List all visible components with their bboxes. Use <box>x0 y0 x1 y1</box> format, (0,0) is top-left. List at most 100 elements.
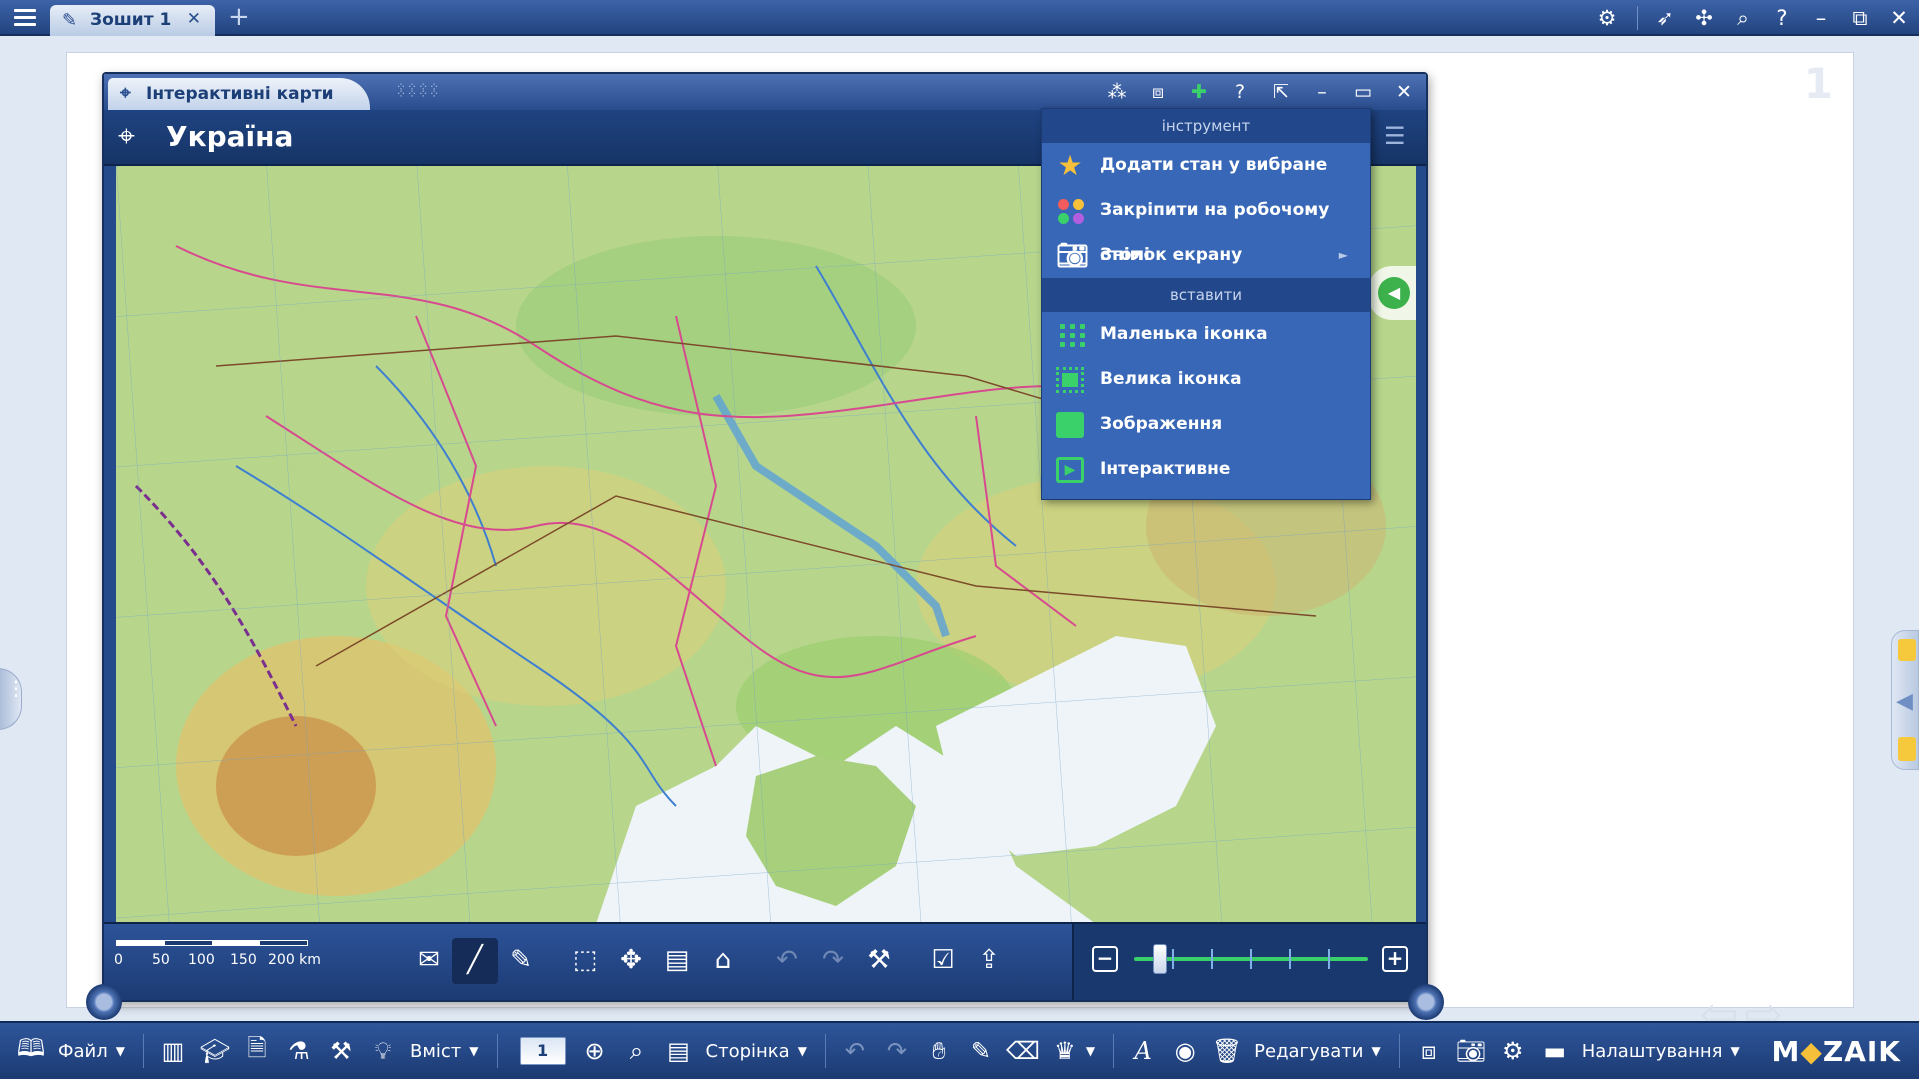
menu-item-label: Маленька іконка <box>1100 324 1268 344</box>
window-tab[interactable]: ⌖ Інтерактивні карти <box>108 78 370 110</box>
file-menu[interactable]: Файл <box>58 1041 108 1062</box>
chevron-down-icon[interactable]: ▼ <box>469 1044 478 1058</box>
share-icon[interactable]: ⁂ <box>1105 81 1129 103</box>
settings-gear-icon[interactable]: ⚙ <box>1492 1037 1534 1065</box>
redo-icon[interactable]: ↷ <box>810 938 856 984</box>
help-icon[interactable]: ? <box>1770 6 1794 30</box>
graduation-cap-icon[interactable]: 🎓︎ <box>194 1037 236 1065</box>
pin-icon[interactable]: ✚ <box>1187 81 1211 103</box>
help-icon[interactable]: ? <box>1228 81 1252 103</box>
right-panel-handle[interactable]: ◀ <box>1891 630 1919 770</box>
window-resize-handle[interactable] <box>86 984 122 1020</box>
close-icon[interactable]: ✕ <box>1887 6 1911 30</box>
layers-icon[interactable]: ⧈ <box>1146 81 1170 103</box>
marker-icon[interactable]: ✎ <box>960 1037 1002 1065</box>
wrench-icon[interactable]: ⚒ <box>856 938 902 984</box>
menu-item-big-icon[interactable]: Велика іконка <box>1042 357 1370 402</box>
menu-item-screenshot[interactable]: 📷︎ Знімок екрану ► <box>1042 233 1370 278</box>
lightbulb-icon[interactable]: 💡︎ <box>362 1037 404 1065</box>
notebook-tab[interactable]: ✎ Зошит 1 ✕ <box>50 5 215 36</box>
menu-item-label: Додати стан у вибране <box>1100 155 1328 175</box>
select-area-icon[interactable]: ⬚ <box>562 938 608 984</box>
settings-gear-icon[interactable]: ⚙ <box>1595 6 1619 30</box>
menu-item-interactive[interactable]: ▶ Інтерактивне <box>1042 447 1370 492</box>
close-icon[interactable]: ✕ <box>1392 81 1416 103</box>
zoom-out-button[interactable]: − <box>1092 946 1118 972</box>
zoom-panel: − + <box>1072 924 1426 1000</box>
zoom-in-button[interactable]: + <box>1382 946 1408 972</box>
tab-close-icon[interactable]: ✕ <box>187 9 201 29</box>
note-icon[interactable] <box>1898 639 1916 661</box>
page-number-input[interactable]: 1 <box>519 1037 566 1065</box>
submenu-arrow-icon: ► <box>1338 248 1348 262</box>
comment-icon[interactable]: ✉ <box>406 938 452 984</box>
chevron-down-icon[interactable]: ▼ <box>1086 1044 1095 1058</box>
list-icon[interactable]: ☰ <box>1384 122 1412 150</box>
minimize-icon[interactable]: – <box>1809 6 1833 30</box>
menu-item-add-favorite[interactable]: ★ Додати стан у вибране <box>1042 143 1370 188</box>
menu-item-pin-desktop[interactable]: Закріпити на робочому столі <box>1042 188 1370 265</box>
search-icon[interactable]: ⌕ <box>1731 6 1755 31</box>
camera-icon[interactable]: 📷︎ <box>1450 1037 1492 1065</box>
zoom-slider-thumb[interactable] <box>1152 944 1167 974</box>
trash-icon[interactable]: 🗑︎ <box>1206 1037 1248 1065</box>
page-number: 1 <box>1803 59 1833 108</box>
pencil-icon[interactable]: ✎ <box>498 938 544 984</box>
move-icon[interactable]: ✥ <box>608 938 654 984</box>
main-menu-icon[interactable] <box>8 5 42 31</box>
clipboard-icon[interactable] <box>1898 737 1916 761</box>
notebook-tab-title: Зошит 1 <box>90 10 172 30</box>
zoom-slider[interactable] <box>1134 944 1368 974</box>
text-icon[interactable]: A <box>1122 1037 1164 1065</box>
restore-icon[interactable]: ⧉ <box>1848 6 1872 31</box>
menu-item-label: Велика іконка <box>1100 369 1242 389</box>
external-icon[interactable]: ⇱ <box>1269 81 1293 103</box>
map-tools: ✉ ╱ ✎ ⬚ ✥ ▤ ⌂ ↶ ↷ ⚒ ☑ ⇪ <box>406 938 1012 984</box>
chevron-down-icon[interactable]: ▼ <box>116 1044 125 1058</box>
screen-icon[interactable]: ▬ <box>1534 1037 1576 1065</box>
chevron-down-icon[interactable]: ▼ <box>1730 1044 1739 1058</box>
menu-item-image[interactable]: Зображення <box>1042 402 1370 447</box>
undo-icon[interactable]: ↶ <box>764 938 810 984</box>
edit-menu[interactable]: Редагувати <box>1254 1041 1363 1062</box>
line-tool-icon[interactable]: ╱ <box>452 938 498 984</box>
page-menu[interactable]: Сторінка <box>706 1041 790 1062</box>
undo-icon[interactable]: ↶ <box>834 1037 876 1065</box>
redo-icon[interactable]: ↷ <box>876 1037 918 1065</box>
zoom-page-icon[interactable]: ⌕ <box>616 1037 658 1065</box>
page-list-icon[interactable]: ▤ <box>658 1037 700 1065</box>
window-resize-handle[interactable] <box>1408 984 1444 1020</box>
apps-icon[interactable]: ✣ <box>1692 6 1716 30</box>
menu-item-small-icon[interactable]: Маленька іконка <box>1042 312 1370 357</box>
hammer-icon[interactable]: ⚒ <box>320 1037 362 1065</box>
content-menu[interactable]: Вміст <box>410 1041 461 1062</box>
hand-icon[interactable]: ✋︎ <box>918 1037 960 1065</box>
add-page-icon[interactable]: ⊕ <box>574 1037 616 1065</box>
settings-menu[interactable]: Налаштування <box>1582 1041 1723 1062</box>
minimize-icon[interactable]: – <box>1310 81 1334 103</box>
export-icon[interactable]: ⇪ <box>966 938 1012 984</box>
maximize-icon[interactable]: ▭ <box>1351 81 1375 103</box>
task-check-icon[interactable]: ☑ <box>920 938 966 984</box>
add-tab-icon[interactable]: + <box>228 2 250 32</box>
book-icon[interactable]: 🕮︎ <box>10 1031 52 1072</box>
eraser-icon[interactable]: ⌫ <box>1002 1037 1044 1065</box>
library-icon[interactable]: ▥ <box>152 1037 194 1065</box>
expand-left-icon[interactable]: ◀ <box>1896 689 1913 714</box>
map-side-panel-button[interactable]: ◀ <box>1368 266 1416 320</box>
chevron-down-icon[interactable]: ▼ <box>798 1044 807 1058</box>
window-titlebar[interactable]: ⌖ Інтерактивні карти ⁘⁘⁘⁘ ⁘⁘⁘⁘ ⁂ ⧈ ✚ ? ⇱ … <box>104 74 1426 110</box>
drag-grip-icon[interactable]: ⁘⁘⁘⁘ ⁘⁘⁘⁘ <box>396 81 440 100</box>
table-icon[interactable]: ▤ <box>654 938 700 984</box>
record-icon[interactable]: ◉ <box>1164 1037 1206 1065</box>
layers-icon[interactable]: ⧈ <box>1408 1037 1450 1065</box>
menu-section-insert: вставити <box>1042 278 1370 312</box>
scale-bar: 0 50 100 150 200 km <box>114 940 376 970</box>
tools-mix-icon[interactable]: ⚗ <box>278 1037 320 1065</box>
chevron-down-icon[interactable]: ▼ <box>1372 1044 1381 1058</box>
left-panel-handle[interactable]: ⋮ <box>0 668 26 730</box>
crown-tool-icon[interactable]: ♛ <box>1044 1037 1086 1065</box>
rocket-icon[interactable]: ➶ <box>1653 6 1677 30</box>
document-icon[interactable]: 🗎︎ <box>236 1031 278 1072</box>
home-icon[interactable]: ⌂ <box>700 938 746 984</box>
